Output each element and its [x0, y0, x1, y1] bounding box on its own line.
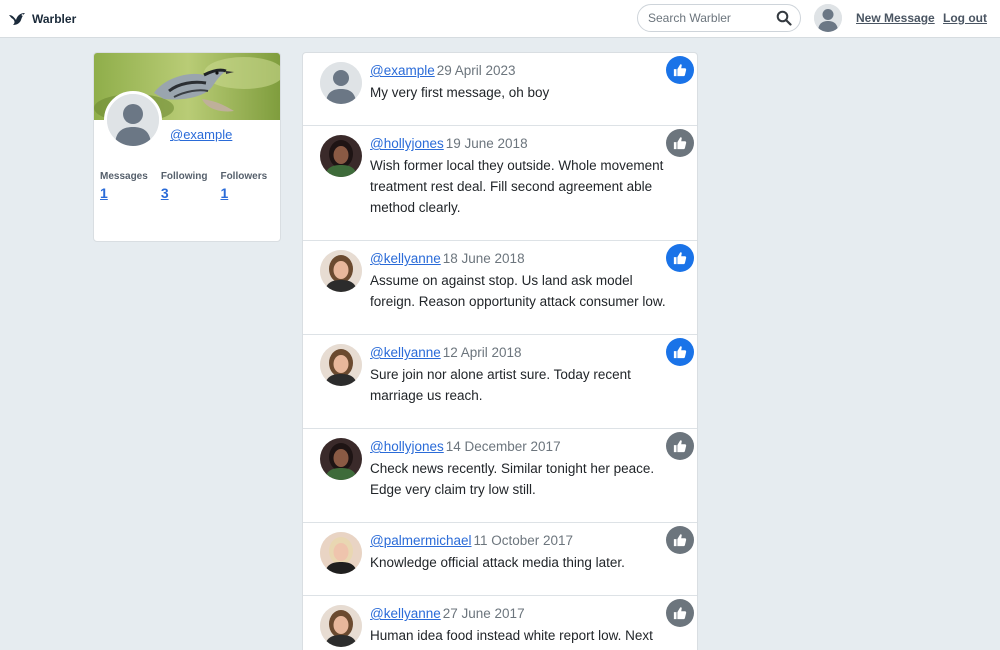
message-date: 29 April 2023 — [436, 63, 516, 78]
message-text: Sure join nor alone artist sure. Today r… — [370, 367, 631, 403]
message-text: My very first message, oh boy — [370, 85, 550, 100]
search-button[interactable] — [776, 10, 792, 26]
message-username-link[interactable]: @hollyjones — [370, 136, 444, 151]
message-username-link[interactable]: @kellyanne — [370, 606, 441, 621]
message-header: @example 29 April 2023 — [370, 62, 680, 80]
like-button[interactable] — [666, 432, 694, 460]
thumbs-up-icon — [673, 64, 687, 77]
like-button[interactable] — [666, 129, 694, 157]
message-date: 11 October 2017 — [473, 533, 574, 548]
thumbs-up-icon — [673, 137, 687, 150]
message-body: @kellyanne 27 June 2017 Human idea food in… — [370, 605, 680, 646]
message-body: @kellyanne 12 April 2018 Sure join nor alo… — [370, 344, 680, 406]
message-avatar[interactable] — [320, 344, 362, 386]
following-count-link[interactable]: 3 — [161, 185, 208, 201]
message-header: @hollyjones 19 June 2018 — [370, 135, 680, 153]
user-photo-icon — [320, 250, 362, 292]
user-photo-icon — [320, 438, 362, 480]
stat-label: Followers — [220, 171, 268, 182]
profile-username-link[interactable]: @example — [170, 127, 232, 142]
message-avatar[interactable] — [320, 438, 362, 480]
message-username-link[interactable]: @kellyanne — [370, 345, 441, 360]
message-item[interactable]: @hollyjones 19 June 2018 Wish former local… — [303, 126, 697, 241]
message-username-link[interactable]: @kellyanne — [370, 251, 441, 266]
search-form — [637, 4, 801, 32]
thumbs-up-icon — [673, 607, 687, 620]
navbar: Warbler New Message Log out — [0, 0, 1000, 38]
message-item[interactable]: @example 29 April 2023 My very first messa… — [303, 53, 697, 126]
default-avatar-icon — [814, 4, 842, 32]
message-date: 19 June 2018 — [445, 136, 528, 151]
message-item[interactable]: @hollyjones 14 December 2017 Check news re… — [303, 429, 697, 523]
logout-link[interactable]: Log out — [943, 11, 987, 25]
message-feed: @example 29 April 2023 My very first messa… — [302, 52, 698, 650]
message-username-link[interactable]: @hollyjones — [370, 439, 444, 454]
message-body: @hollyjones 19 June 2018 Wish former local… — [370, 135, 680, 218]
user-photo-icon — [320, 135, 362, 177]
profile-avatar[interactable] — [104, 91, 162, 149]
message-avatar[interactable] — [320, 605, 362, 647]
message-text: Assume on against stop. Us land ask mode… — [370, 273, 666, 309]
message-date: 27 June 2017 — [442, 606, 525, 621]
default-avatar-icon — [320, 62, 362, 104]
message-text: Check news recently. Similar tonight her… — [370, 461, 655, 497]
message-body: @hollyjones 14 December 2017 Check news re… — [370, 438, 680, 500]
message-body: @palmermichael 11 October 2017 Knowledge o… — [370, 532, 680, 573]
stat-label: Following — [160, 171, 208, 182]
thumbs-up-icon — [673, 440, 687, 453]
stat-label: Messages — [100, 171, 148, 182]
message-avatar[interactable] — [320, 135, 362, 177]
message-item[interactable]: @kellyanne 18 June 2018 Assume on against … — [303, 241, 697, 335]
user-photo-icon — [320, 344, 362, 386]
message-item[interactable]: @palmermichael 11 October 2017 Knowledge o… — [303, 523, 697, 596]
search-icon — [776, 10, 792, 26]
stat-following: Following 3 — [161, 171, 208, 201]
message-body: @example 29 April 2023 My very first messa… — [370, 62, 680, 103]
message-header: @hollyjones 14 December 2017 — [370, 438, 680, 456]
user-photo-icon — [320, 605, 362, 647]
followers-count-link[interactable]: 1 — [220, 185, 267, 201]
message-header: @kellyanne 18 June 2018 — [370, 250, 680, 268]
message-text: Human idea food instead white report low… — [370, 628, 653, 643]
profile-stats: Messages 1 Following 3 Followers 1 — [100, 171, 280, 201]
message-avatar[interactable] — [320, 62, 362, 104]
profile-card: @example Messages 1 Following 3 Follower… — [93, 52, 281, 242]
brand-link[interactable]: Warbler — [8, 9, 76, 29]
message-date: 18 June 2018 — [442, 251, 525, 266]
new-message-link[interactable]: New Message — [856, 11, 935, 25]
thumbs-up-icon — [673, 346, 687, 359]
message-text: Knowledge official attack media thing la… — [370, 555, 625, 570]
message-avatar[interactable] — [320, 250, 362, 292]
message-username-link[interactable]: @example — [370, 63, 435, 78]
message-item[interactable]: @kellyanne 12 April 2018 Sure join nor alo… — [303, 335, 697, 429]
brand-name: Warbler — [32, 12, 77, 26]
message-header: @kellyanne 27 June 2017 — [370, 605, 680, 623]
search-input[interactable] — [648, 6, 776, 30]
thumbs-up-icon — [673, 252, 687, 265]
message-item[interactable]: @kellyanne 27 June 2017 Human idea food in… — [303, 596, 697, 650]
like-button[interactable] — [666, 56, 694, 84]
message-body: @kellyanne 18 June 2018 Assume on against … — [370, 250, 680, 312]
thumbs-up-icon — [673, 534, 687, 547]
default-avatar-icon — [107, 94, 159, 146]
message-date: 12 April 2018 — [442, 345, 522, 360]
message-text: Wish former local they outside. Whole mo… — [370, 158, 664, 215]
like-button[interactable] — [666, 526, 694, 554]
message-username-link[interactable]: @palmermichael — [370, 533, 472, 548]
message-header: @kellyanne 12 April 2018 — [370, 344, 680, 362]
user-avatar[interactable] — [814, 4, 842, 32]
stat-followers: Followers 1 — [220, 171, 267, 201]
like-button[interactable] — [666, 338, 694, 366]
message-avatar[interactable] — [320, 532, 362, 574]
message-header: @palmermichael 11 October 2017 — [370, 532, 680, 550]
user-photo-icon — [320, 532, 362, 574]
messages-count-link[interactable]: 1 — [100, 185, 148, 201]
bird-logo-icon — [9, 13, 25, 25]
message-date: 14 December 2017 — [445, 439, 561, 454]
like-button[interactable] — [666, 599, 694, 627]
like-button[interactable] — [666, 244, 694, 272]
stat-messages: Messages 1 — [100, 171, 148, 201]
